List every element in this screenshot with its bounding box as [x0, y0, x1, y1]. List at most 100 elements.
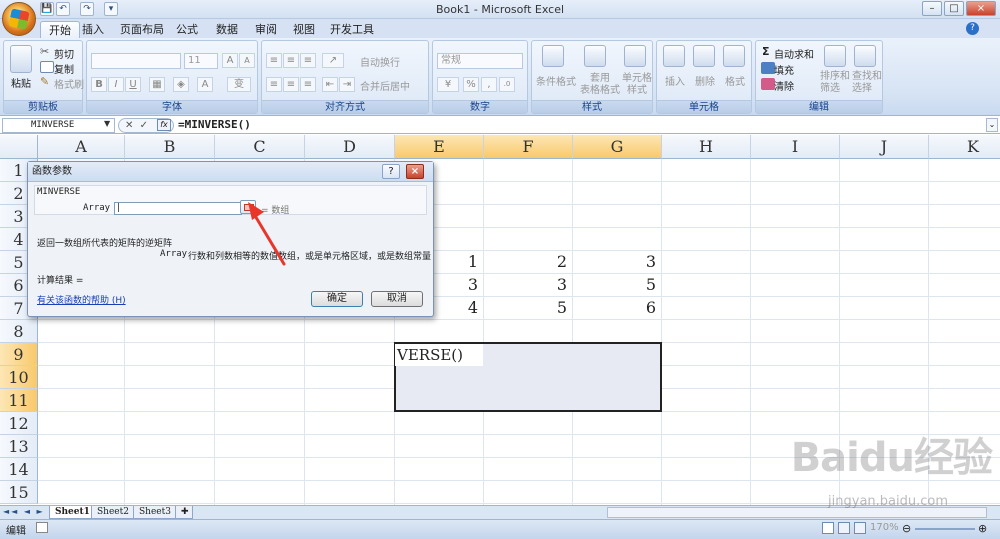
zoom-slider[interactable]	[915, 528, 975, 530]
sheet-tab-2[interactable]: Sheet2	[91, 506, 135, 519]
name-box-dropdown-icon[interactable]: ▼	[104, 119, 110, 128]
italic-button[interactable]: I	[108, 77, 124, 92]
currency-icon[interactable]: ¥	[437, 77, 459, 92]
number-format-combo[interactable]: 常规	[437, 53, 523, 69]
copy-button[interactable]: 复制	[54, 61, 74, 76]
format-table-icon[interactable]	[584, 45, 606, 67]
tab-insert[interactable]: 插入	[74, 21, 112, 39]
help-icon[interactable]: ?	[966, 22, 979, 35]
cell-g6[interactable]: 5	[576, 274, 656, 296]
page-layout-view-icon[interactable]	[838, 522, 850, 534]
format-cells-icon[interactable]	[723, 45, 745, 67]
align-left-icon[interactable]: ≡	[266, 77, 282, 92]
find-select-icon[interactable]	[854, 45, 876, 67]
function-help-link[interactable]: 有关该函数的帮助 (H)	[37, 293, 126, 306]
minimize-button[interactable]: –	[922, 1, 942, 16]
insert-sheet-icon[interactable]: ✚	[175, 506, 193, 519]
align-center-icon[interactable]: ≡	[283, 77, 299, 92]
tab-data[interactable]: 数据	[208, 21, 246, 39]
decrease-indent-icon[interactable]: ⇤	[322, 77, 338, 92]
row-header-9[interactable]: 9	[0, 343, 38, 366]
tab-view[interactable]: 视图	[285, 21, 323, 39]
array-input[interactable]: |	[114, 202, 242, 215]
wrap-text-button[interactable]: 自动换行	[360, 54, 400, 69]
zoom-level[interactable]: 170%	[870, 522, 899, 533]
conditional-format-icon[interactable]	[542, 45, 564, 67]
column-header-g[interactable]: G	[573, 135, 662, 159]
cell-f6[interactable]: 3	[487, 274, 567, 296]
paste-icon[interactable]	[10, 45, 32, 73]
row-header-11[interactable]: 11	[0, 389, 38, 412]
sheet-tab-3[interactable]: Sheet3	[133, 506, 177, 519]
column-header-d[interactable]: D	[305, 135, 395, 159]
column-header-e[interactable]: E	[395, 135, 484, 159]
sheet-tab-1[interactable]: Sheet1	[49, 506, 96, 519]
row-header-8[interactable]: 8	[0, 320, 38, 343]
merge-center-button[interactable]: 合并后居中	[360, 78, 410, 93]
cell-styles-icon[interactable]	[624, 45, 646, 67]
underline-button[interactable]: U	[125, 77, 141, 92]
zoom-out-icon[interactable]: ⊖	[902, 522, 911, 535]
dialog-close-button[interactable]: ×	[406, 164, 424, 179]
sort-filter-button[interactable]: 排序和 筛选	[820, 71, 850, 95]
enter-icon[interactable]: ✓	[140, 120, 148, 131]
tab-review[interactable]: 审阅	[247, 21, 285, 39]
paste-button[interactable]: 粘贴	[11, 75, 31, 90]
row-header-14[interactable]: 14	[0, 458, 38, 481]
close-button[interactable]: ×	[966, 1, 996, 16]
row-header-10[interactable]: 10	[0, 366, 38, 389]
autosum-button[interactable]: 自动求和	[774, 46, 814, 61]
fill-button[interactable]: 填充	[774, 62, 794, 77]
format-cells-button[interactable]: 格式	[725, 73, 745, 88]
fill-color-icon[interactable]: ◈	[173, 77, 189, 92]
delete-cells-button[interactable]: 删除	[695, 73, 715, 88]
cell-f5[interactable]: 2	[487, 251, 567, 273]
row-header-13[interactable]: 13	[0, 435, 38, 458]
cell-f7[interactable]: 5	[487, 297, 567, 319]
conditional-format-button[interactable]: 条件格式	[536, 73, 576, 88]
cell-styles-button[interactable]: 单元格 样式	[622, 73, 652, 97]
column-header-i[interactable]: I	[751, 135, 840, 159]
decimal-icon[interactable]: .0	[499, 77, 515, 92]
row-header-15[interactable]: 15	[0, 481, 38, 504]
ok-button[interactable]: 确定	[311, 291, 363, 307]
format-table-button[interactable]: 套用 表格格式	[580, 73, 620, 97]
format-painter-button[interactable]: 格式刷	[54, 76, 84, 91]
find-select-button[interactable]: 查找和 选择	[852, 71, 882, 95]
insert-cells-icon[interactable]	[663, 45, 685, 67]
shrink-font-button[interactable]: A	[239, 53, 255, 68]
align-middle-icon[interactable]: ≡	[283, 53, 299, 68]
comma-button[interactable]: ,	[481, 77, 497, 92]
grow-font-button[interactable]: A	[222, 53, 238, 68]
font-name-combo[interactable]	[91, 53, 181, 69]
name-box[interactable]: MINVERSE	[2, 118, 115, 133]
column-header-c[interactable]: C	[215, 135, 305, 159]
row-header-12[interactable]: 12	[0, 412, 38, 435]
normal-view-icon[interactable]	[822, 522, 834, 534]
tab-developer[interactable]: 开发工具	[322, 21, 382, 39]
column-header-a[interactable]: A	[38, 135, 125, 159]
column-header-f[interactable]: F	[484, 135, 573, 159]
cell-g7[interactable]: 6	[576, 297, 656, 319]
office-button[interactable]	[2, 2, 36, 36]
column-header-k[interactable]: K	[929, 135, 1000, 159]
zoom-in-icon[interactable]: ⊕	[978, 522, 987, 535]
cut-button[interactable]: 剪切	[54, 46, 74, 61]
font-size-combo[interactable]: 11	[184, 53, 218, 69]
percent-button[interactable]: %	[463, 77, 479, 92]
increase-indent-icon[interactable]: ⇥	[339, 77, 355, 92]
insert-function-icon[interactable]: fx	[157, 119, 171, 131]
bold-button[interactable]: B	[91, 77, 107, 92]
orientation-icon[interactable]: ↗	[322, 53, 344, 68]
cell-g5[interactable]: 3	[576, 251, 656, 273]
cancel-entry-icon[interactable]: ✕	[125, 120, 133, 131]
formula-input[interactable]: =MINVERSE()	[178, 118, 251, 132]
page-break-view-icon[interactable]	[854, 522, 866, 534]
align-bottom-icon[interactable]: ≡	[300, 53, 316, 68]
column-header-h[interactable]: H	[662, 135, 751, 159]
insert-cells-button[interactable]: 插入	[665, 73, 685, 88]
align-right-icon[interactable]: ≡	[300, 77, 316, 92]
expand-formula-icon[interactable]: ⌄	[986, 118, 998, 132]
column-header-j[interactable]: J	[840, 135, 929, 159]
font-color-icon[interactable]: A	[197, 77, 213, 92]
